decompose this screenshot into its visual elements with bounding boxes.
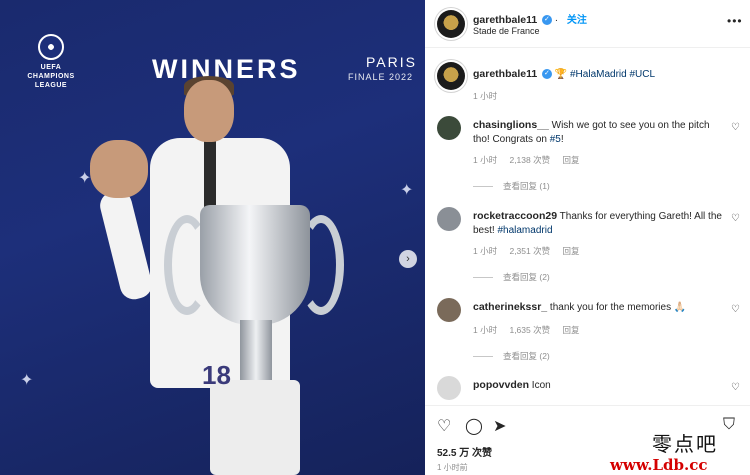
player-head	[184, 80, 234, 142]
author-username[interactable]: garethbale11	[473, 14, 537, 26]
comment-username[interactable]: popovvden	[473, 379, 529, 391]
heart-icon[interactable]: ♡	[731, 382, 740, 393]
comment-text: Icon	[531, 380, 551, 391]
caption-hashtags[interactable]: #HalaMadrid #UCL	[570, 69, 655, 80]
raised-hand	[90, 140, 148, 198]
instagram-post-view: UEFA CHAMPIONS LEAGUE WINNERS PARIS FINA…	[0, 0, 750, 475]
trophy-emoji: 🏆	[554, 69, 568, 80]
comment-username[interactable]: chasinglions__	[473, 119, 549, 131]
location-link[interactable]: Stade de France	[473, 26, 540, 36]
caption-time: 1 小时	[473, 91, 498, 101]
heart-icon[interactable]: ♡	[731, 213, 740, 224]
champions-league-logo: UEFA CHAMPIONS LEAGUE	[18, 34, 84, 90]
comment-username[interactable]: rocketraccoon29	[473, 210, 557, 222]
post-photo[interactable]: UEFA CHAMPIONS LEAGUE WINNERS PARIS FINA…	[0, 0, 425, 475]
reply-button[interactable]: 回复	[562, 325, 579, 335]
heart-icon[interactable]: ♡	[437, 416, 451, 436]
comment-likes[interactable]: 2,138 次赞	[509, 155, 550, 165]
send-icon[interactable]: ➤	[493, 416, 506, 436]
site-watermark: 零点吧 www.Ldb.cc	[610, 428, 750, 475]
caption-username[interactable]: garethbale11	[473, 68, 537, 80]
view-replies-button[interactable]: 查看回复 (1)	[473, 180, 550, 192]
verified-badge-icon: ✓	[541, 15, 552, 26]
starball-icon	[38, 34, 64, 60]
ellipsis-icon[interactable]: •••	[727, 14, 743, 28]
commenter-avatar[interactable]	[437, 376, 461, 400]
reply-button[interactable]: 回复	[562, 246, 579, 256]
star-decoration-icon: ✦	[20, 372, 34, 389]
backdrop-final-text: FINALE 2022	[348, 72, 414, 82]
trophy-image	[164, 175, 350, 395]
comment-text: thank you for the memories 🙏🏻	[549, 302, 687, 313]
comment-time: 1 小时	[473, 246, 498, 256]
heart-icon[interactable]: ♡	[731, 122, 740, 133]
comment-time: 1 小时	[473, 325, 498, 335]
comment-likes[interactable]: 1,635 次赞	[509, 325, 550, 335]
view-replies-button[interactable]: 查看回复 (2)	[473, 271, 550, 283]
verified-badge-icon: ✓	[541, 69, 552, 80]
commenter-avatar[interactable]	[437, 207, 461, 231]
author-avatar[interactable]	[437, 10, 465, 38]
watermark-url: www.Ldb.cc	[610, 456, 708, 474]
commenter-avatar[interactable]	[437, 298, 461, 322]
commenter-avatar[interactable]	[437, 116, 461, 140]
post-header: garethbale11 ✓ · 关注 Stade de France •••	[425, 0, 750, 48]
backdrop-city-text: PARIS	[366, 54, 417, 70]
author-avatar[interactable]	[437, 62, 465, 90]
post-sidebar: garethbale11 ✓ · 关注 Stade de France ••• …	[425, 0, 750, 475]
heart-icon[interactable]: ♡	[731, 304, 740, 315]
comment-hashtag[interactable]: #5	[550, 134, 561, 145]
watermark-chinese: 零点吧	[652, 432, 718, 456]
like-count[interactable]: 52.5 万 次赞	[437, 444, 492, 459]
comment-icon[interactable]: ◯	[465, 416, 483, 436]
follow-button[interactable]: 关注	[567, 15, 587, 26]
chevron-right-icon[interactable]: ›	[399, 250, 417, 268]
post-time: 1 小时前	[437, 463, 468, 472]
comment-username[interactable]: catherinekssr_	[473, 301, 547, 313]
view-replies-button[interactable]: 查看回复 (2)	[473, 350, 550, 362]
reply-button[interactable]: 回复	[562, 155, 579, 165]
comment-likes[interactable]: 2,351 次赞	[509, 246, 550, 256]
comment-hashtag[interactable]: #halamadrid	[497, 225, 552, 236]
star-decoration-icon: ✦	[400, 182, 414, 199]
comment-time: 1 小时	[473, 155, 498, 165]
